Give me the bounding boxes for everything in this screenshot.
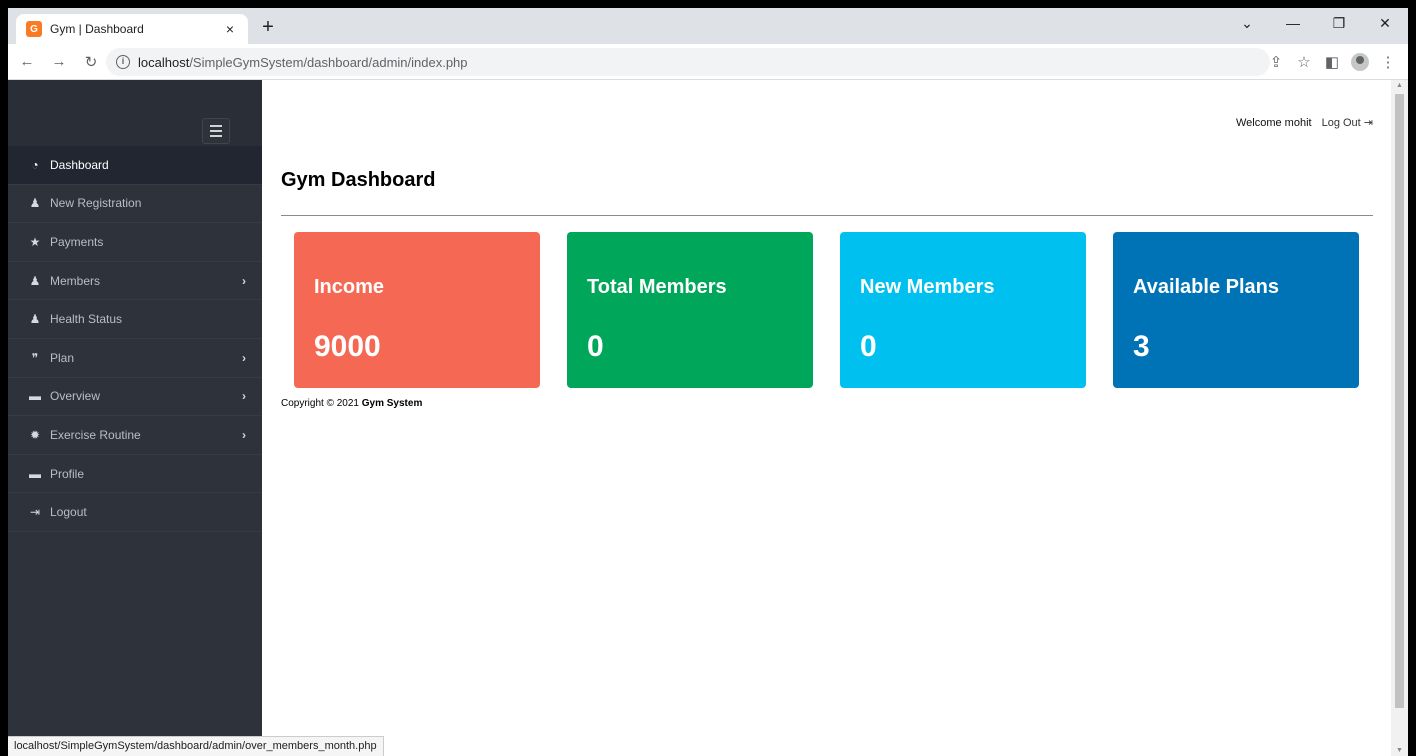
sidebar-item-health-status[interactable]: ♟ Health Status <box>8 300 262 339</box>
sidebar-item-overview[interactable]: ▬ Overview › <box>8 378 262 417</box>
footer-copyright: Copyright © 2021 Gym System <box>281 398 422 409</box>
site-info-icon[interactable]: i <box>116 55 130 69</box>
sidebar-item-label: Profile <box>50 466 85 481</box>
chevron-right-icon: › <box>242 389 246 404</box>
favicon-icon: G <box>26 21 42 37</box>
tab-title: Gym | Dashboard <box>50 22 144 36</box>
back-icon[interactable]: ← <box>14 49 40 75</box>
dashboard-icon: ◔ <box>31 157 39 172</box>
browser-toolbar: ← → ↻ i localhost/SimpleGymSystem/dashbo… <box>8 44 1408 80</box>
toolbar-actions: ⇪ ☆ ◧ ⋮ <box>1262 48 1402 76</box>
new-tab-button[interactable]: + <box>256 16 280 40</box>
sidebar-item-label: Health Status <box>50 312 123 327</box>
sidebar-item-dashboard[interactable]: ◔ Dashboard <box>8 146 262 185</box>
address-bar[interactable]: i localhost/SimpleGymSystem/dashboard/ad… <box>106 48 1270 76</box>
health-status-icon: ♟ <box>29 312 41 327</box>
profile-icon[interactable] <box>1346 48 1374 76</box>
sidebar-menu: ◔ Dashboard ♟ New Registration ★ Payments ♟ Mem… <box>8 146 262 532</box>
sidebar-header <box>8 80 262 146</box>
new-registration-icon: ♟ <box>29 196 41 211</box>
sidebar-item-exercise-routine[interactable]: ✹ Exercise Routine › <box>8 416 262 455</box>
sidebar-item-label: Logout <box>50 505 87 520</box>
welcome-text: Welcome mohit <box>1235 116 1312 129</box>
browser-tab[interactable]: G Gym | Dashboard × <box>16 14 248 44</box>
logout-link[interactable]: Log Out ⇥ <box>1322 116 1373 129</box>
page-scrollbar[interactable]: ▲ ▼ <box>1391 80 1408 756</box>
sidebar-item-label: Exercise Routine <box>50 427 141 442</box>
sidebar-item-plan[interactable]: ❞ Plan › <box>8 339 262 378</box>
url-path: /SimpleGymSystem/dashboard/admin/index.p… <box>189 54 468 70</box>
menu-kebab-icon[interactable]: ⋮ <box>1374 48 1402 76</box>
bookmark-star-icon[interactable]: ☆ <box>1290 48 1318 76</box>
copyright-brand: Gym System <box>361 398 423 409</box>
scroll-down-icon[interactable]: ▼ <box>1395 747 1404 754</box>
hamburger-menu-icon[interactable] <box>202 118 230 144</box>
scroll-up-icon[interactable]: ▲ <box>1395 82 1404 89</box>
user-bar: Welcome mohit Log Out ⇥ <box>1235 116 1373 130</box>
chevron-right-icon: › <box>242 427 246 442</box>
stat-card-title: Income <box>314 276 385 298</box>
payments-icon: ★ <box>29 234 41 249</box>
chevron-right-icon: › <box>242 350 246 365</box>
stat-card-available-plans[interactable]: Available Plans 3 <box>1113 232 1359 388</box>
plan-icon: ❞ <box>31 350 39 365</box>
stat-card-value: 0 <box>860 330 877 363</box>
sidebar-item-payments[interactable]: ★ Payments <box>8 223 262 262</box>
stat-card-total-members[interactable]: Total Members 0 <box>567 232 813 388</box>
members-icon: ♟ <box>29 273 41 288</box>
overview-icon: ▬ <box>29 389 41 404</box>
exercise-routine-icon: ✹ <box>29 427 41 442</box>
page-title: Gym Dashboard <box>281 169 436 191</box>
share-icon[interactable]: ⇪ <box>1262 48 1290 76</box>
tab-strip: G Gym | Dashboard × + ⌄ — ❐ ✕ <box>8 8 1408 44</box>
stat-card-title: Total Members <box>587 276 727 298</box>
forward-icon[interactable]: → <box>46 49 72 75</box>
copyright-text: Copyright © 2021 <box>281 398 359 409</box>
sidebar: ◔ Dashboard ♟ New Registration ★ Payments ♟ Mem… <box>8 80 262 756</box>
close-tab-icon[interactable]: × <box>222 21 238 37</box>
sidebar-item-label: Overview <box>50 389 101 404</box>
stat-cards: Income 9000 Total Members 0 New Members 0 Avai… <box>294 232 1359 388</box>
sidebar-item-members[interactable]: ♟ Members › <box>8 262 262 301</box>
window-controls: ⌄ — ❐ ✕ <box>1224 8 1408 44</box>
minimize-icon[interactable]: — <box>1270 8 1316 38</box>
stat-card-title: New Members <box>860 276 995 298</box>
logout-label: Log Out <box>1321 117 1361 129</box>
scroll-thumb[interactable] <box>1395 94 1404 708</box>
restore-icon[interactable]: ❐ <box>1316 8 1362 38</box>
tab-search-icon[interactable]: ⌄ <box>1224 8 1270 38</box>
logout-icon: ⇥ <box>29 505 41 520</box>
url-host: localhost <box>138 54 190 70</box>
logout-icon: ⇥ <box>1363 117 1373 129</box>
stat-card-value: 0 <box>587 330 604 363</box>
main-content: Welcome mohit Log Out ⇥ Gym Dashboard In… <box>262 80 1391 756</box>
stat-card-value: 3 <box>1133 330 1150 363</box>
stat-card-income[interactable]: Income 9000 <box>294 232 540 388</box>
sidebar-item-label: Dashboard <box>50 157 109 172</box>
divider <box>281 215 1373 216</box>
sidebar-item-label: Payments <box>50 234 104 249</box>
chevron-right-icon: › <box>242 273 246 288</box>
sidebar-item-logout[interactable]: ⇥ Logout <box>8 493 262 532</box>
profile-icon: ▬ <box>29 466 41 481</box>
page-content: ◔ Dashboard ♟ New Registration ★ Payments ♟ Mem… <box>8 80 1408 756</box>
side-panel-icon[interactable]: ◧ <box>1318 48 1346 76</box>
reload-icon[interactable]: ↻ <box>78 49 104 75</box>
sidebar-item-profile[interactable]: ▬ Profile <box>8 455 262 494</box>
sidebar-item-label: Plan <box>50 350 75 365</box>
stat-card-value: 9000 <box>314 330 381 363</box>
stat-card-new-members[interactable]: New Members 0 <box>840 232 1086 388</box>
browser-window: G Gym | Dashboard × + ⌄ — ❐ ✕ ← → ↻ i lo… <box>8 8 1408 756</box>
sidebar-item-label: New Registration <box>50 196 142 211</box>
stat-card-title: Available Plans <box>1133 276 1279 298</box>
sidebar-item-label: Members <box>50 273 101 288</box>
url-text: localhost/SimpleGymSystem/dashboard/admi… <box>138 55 468 70</box>
sidebar-item-new-registration[interactable]: ♟ New Registration <box>8 185 262 224</box>
status-bar-url: localhost/SimpleGymSystem/dashboard/admi… <box>8 736 384 756</box>
close-window-icon[interactable]: ✕ <box>1362 8 1408 38</box>
